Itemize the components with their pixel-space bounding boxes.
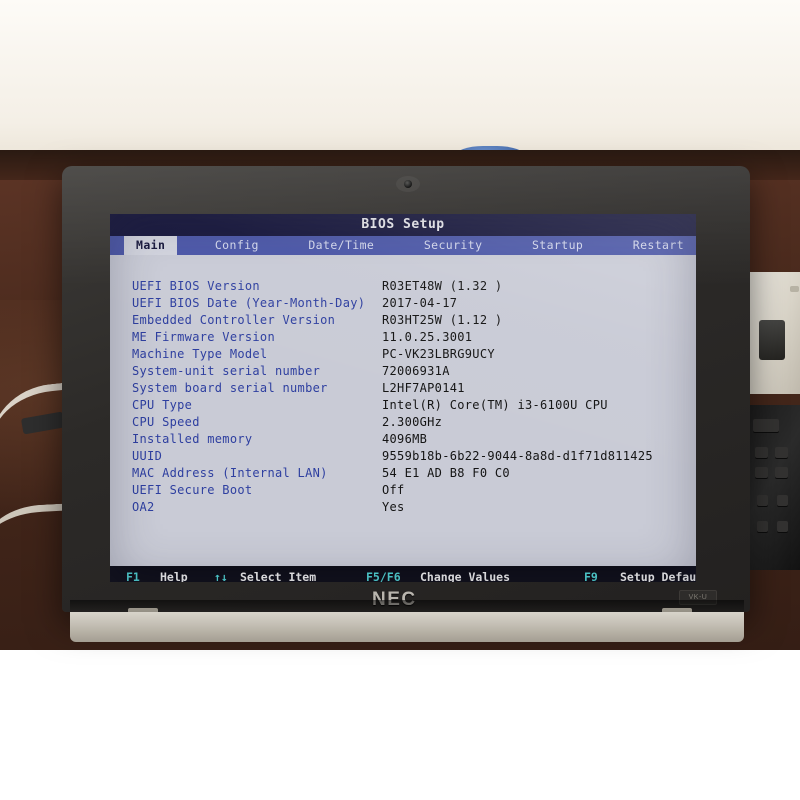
- info-value: PC-VK23LBRG9UCY: [382, 346, 495, 361]
- tab-restart[interactable]: Restart: [621, 236, 696, 255]
- bios-title-bar: BIOS Setup: [110, 214, 696, 236]
- white-device-button: [790, 286, 799, 292]
- info-value: 2.300GHz: [382, 414, 443, 429]
- menu-spacer: [177, 236, 203, 255]
- info-row: CPU Speed 2.300GHz: [110, 413, 696, 430]
- info-row: Machine Type Model PC-VK23LBRG9UCY: [110, 345, 696, 362]
- page-title: BIOS Setup: [361, 217, 445, 232]
- info-value: L2HF7AP0141: [382, 380, 465, 395]
- info-value: 4096MB: [382, 431, 428, 446]
- key-f5-f6[interactable]: F5/F6: [366, 570, 420, 582]
- info-label: CPU Speed: [132, 414, 200, 429]
- menu-spacer: [271, 236, 297, 255]
- info-value: 11.0.25.3001: [382, 329, 473, 344]
- info-value: Off: [382, 482, 405, 497]
- info-value: 2017-04-17: [382, 295, 458, 310]
- tab-config[interactable]: Config: [203, 236, 271, 255]
- info-label: Embedded Controller Version: [132, 312, 336, 327]
- info-label: MAC Address (Internal LAN): [132, 465, 328, 480]
- menu-spacer: [386, 236, 412, 255]
- info-label: System-unit serial number: [132, 363, 321, 378]
- external-keyboard: [745, 405, 800, 570]
- info-row: UEFI BIOS Version R03ET48W (1.32 ): [110, 277, 696, 294]
- info-label: Machine Type Model: [132, 346, 268, 361]
- info-label: System board serial number: [132, 380, 328, 395]
- key-f1[interactable]: F1: [126, 570, 160, 582]
- info-value: R03ET48W (1.32 ): [382, 278, 503, 293]
- info-label: UUID: [132, 448, 163, 463]
- info-row: System-unit serial number 72006931A: [110, 362, 696, 379]
- info-label: UEFI BIOS Date (Year-Month-Day): [132, 295, 366, 310]
- info-value: 72006931A: [382, 363, 450, 378]
- info-label: ME Firmware Version: [132, 329, 275, 344]
- info-row: UUID 9559b18b-6b22-9044-8a8d-d1f71d81142…: [110, 447, 696, 464]
- footer-group-help-exit: F1 Help ↑↓ Select Item F5/F6 Change Valu…: [126, 569, 696, 582]
- white-device-slot: [759, 320, 785, 360]
- menu-spacer: [494, 236, 520, 255]
- info-row: Embedded Controller Version R03HT25W (1.…: [110, 311, 696, 328]
- menu-spacer: [595, 236, 621, 255]
- info-row: CPU Type Intel(R) Core(TM) i3-6100U CPU: [110, 396, 696, 413]
- key-updown-desc: Select Item: [240, 570, 317, 582]
- background-wall: [0, 0, 800, 175]
- bios-function-key-bar: F1 Help ↑↓ Select Item F5/F6 Change Valu…: [110, 566, 696, 582]
- info-label: UEFI Secure Boot: [132, 482, 253, 497]
- info-value: 9559b18b-6b22-9044-8a8d-d1f71d811425: [382, 448, 653, 463]
- info-row: MAC Address (Internal LAN) 54 E1 AD B8 F…: [110, 464, 696, 481]
- bios-menu-bar: Main Config Date/Time Security Startup R…: [110, 236, 696, 255]
- info-value: Intel(R) Core(TM) i3-6100U CPU: [382, 397, 608, 412]
- info-row: ME Firmware Version 11.0.25.3001: [110, 328, 696, 345]
- info-row: OA2 Yes: [110, 498, 696, 515]
- tab-startup[interactable]: Startup: [520, 236, 595, 255]
- info-label: OA2: [132, 499, 155, 514]
- footer-line: F1 Help ↑↓ Select Item F5/F6 Change Valu…: [126, 569, 696, 582]
- bios-main-panel: UEFI BIOS Version R03ET48W (1.32 ) UEFI …: [110, 255, 696, 566]
- tab-main[interactable]: Main: [124, 236, 178, 255]
- tab-security[interactable]: Security: [412, 236, 495, 255]
- info-value: Yes: [382, 499, 405, 514]
- key-f9-desc: Setup Defaults: [620, 570, 696, 582]
- key-f1-desc: Help: [160, 570, 188, 582]
- bios-screen: BIOS Setup Main Config Date/Time Securit…: [110, 214, 696, 582]
- info-value: 54 E1 AD B8 F0 C0: [382, 465, 510, 480]
- info-label: UEFI BIOS Version: [132, 278, 260, 293]
- photo-scene: BIOS Setup Main Config Date/Time Securit…: [0, 0, 800, 800]
- webcam-icon: [404, 180, 412, 188]
- key-f9[interactable]: F9: [584, 570, 620, 582]
- info-label: Installed memory: [132, 431, 253, 446]
- key-f5-f6-desc: Change Values: [420, 570, 511, 582]
- key-updown[interactable]: ↑↓: [214, 570, 240, 582]
- info-row: System board serial number L2HF7AP0141: [110, 379, 696, 396]
- tab-date-time[interactable]: Date/Time: [296, 236, 386, 255]
- info-row: UEFI BIOS Date (Year-Month-Day) 2017-04-…: [110, 294, 696, 311]
- info-label: CPU Type: [132, 397, 193, 412]
- laptop-palmrest: [70, 612, 744, 642]
- info-row: Installed memory 4096MB: [110, 430, 696, 447]
- info-value: R03HT25W (1.12 ): [382, 312, 503, 327]
- info-row: UEFI Secure Boot Off: [110, 481, 696, 498]
